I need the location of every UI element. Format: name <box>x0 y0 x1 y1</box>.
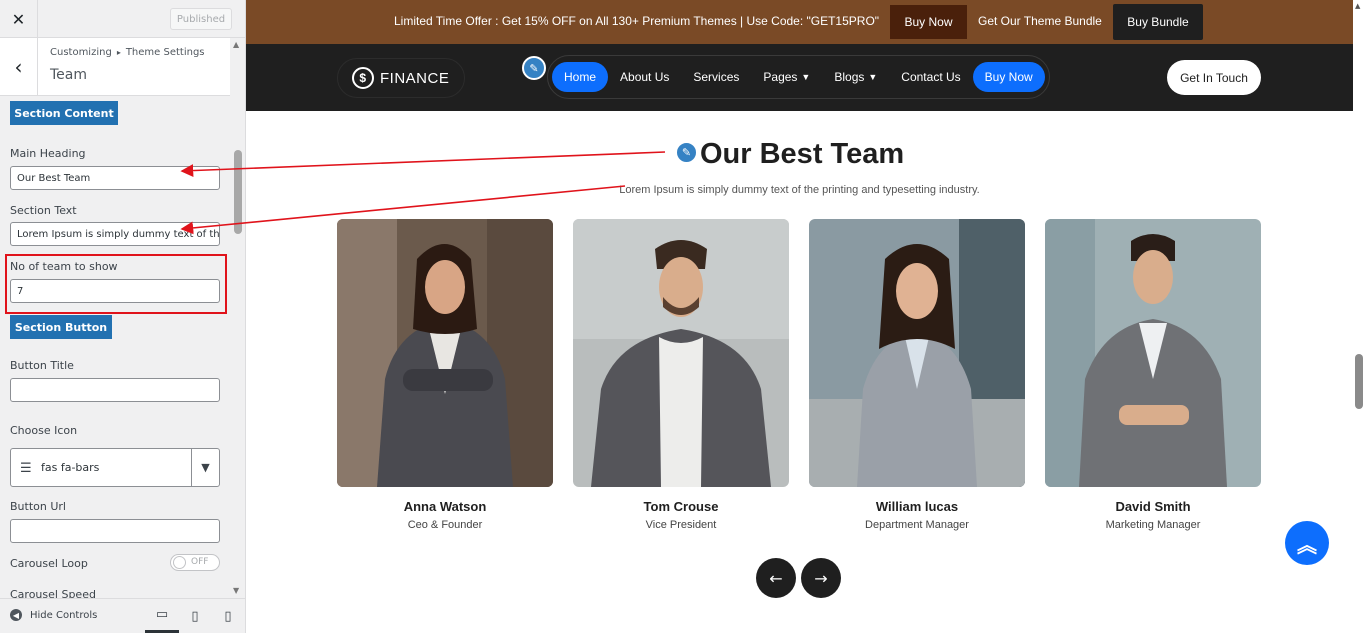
toggle-state: OFF <box>191 557 209 567</box>
chevron-down-icon: ▼ <box>801 72 811 82</box>
toggle-knob <box>173 556 186 569</box>
collapse-icon: ◀ <box>10 609 22 621</box>
carousel-next-button[interactable]: → <box>801 558 841 598</box>
site-logo[interactable]: $ FINANCE <box>337 58 465 98</box>
member-name: Tom Crouse <box>643 499 719 514</box>
team-card[interactable]: Tom Crouse Vice President <box>573 219 789 531</box>
carousel-loop-toggle[interactable]: OFF <box>170 554 220 571</box>
nav-item-services[interactable]: Services <box>681 62 751 92</box>
bars-icon: ☰ <box>20 461 32 476</box>
nav-buy-now-button[interactable]: Buy Now <box>972 62 1045 92</box>
member-role: Vice President <box>645 519 717 531</box>
team-description: Lorem Ipsum is simply dummy text of the … <box>619 184 980 196</box>
arrow-right-icon: → <box>814 568 828 588</box>
promo-bar: Limited Time Offer : Get 15% OFF on All … <box>246 0 1353 44</box>
button-title-label: Button Title <box>10 359 74 372</box>
member-name: William lucas <box>875 499 959 514</box>
choose-icon-label: Choose Icon <box>10 424 78 437</box>
nav-item-blogs-label: Blogs <box>834 70 865 84</box>
team-photo <box>573 219 789 487</box>
team-count-input[interactable]: 7 <box>10 279 220 303</box>
team-photo <box>809 219 1025 487</box>
member-name: Anna Watson <box>403 499 487 514</box>
breadcrumb-parent: Theme Settings <box>125 47 205 58</box>
main-heading-label: Main Heading <box>10 147 86 160</box>
customizer-header: ✕ Published <box>0 0 245 38</box>
section-header: ‹ Customizing ▸ Theme Settings Team <box>0 38 230 96</box>
scroll-down-icon[interactable]: ▼ <box>233 586 239 595</box>
carousel-loop-label: Carousel Loop <box>10 557 88 570</box>
scroll-to-top-button[interactable]: ︽ <box>1285 521 1329 565</box>
team-heading: Our Best Team <box>700 138 905 170</box>
section-text-input[interactable]: Lorem Ipsum is simply dummy text of the … <box>10 222 220 246</box>
carousel-prev-button[interactable]: ← <box>756 558 796 598</box>
nav-item-about[interactable]: About Us <box>608 62 681 92</box>
nav-item-pages[interactable]: Pages ▼ <box>751 62 822 92</box>
site-navbar: $ FINANCE ✎ Home About Us Services Pages… <box>246 44 1353 111</box>
get-in-touch-button[interactable]: Get In Touch <box>1167 60 1261 95</box>
scrollbar-thumb[interactable] <box>1355 354 1363 409</box>
sidebar-scrollbar[interactable]: ▲ ▼ <box>230 38 245 598</box>
bundle-text: Get Our Theme Bundle <box>978 14 1102 28</box>
button-url-label: Button Url <box>10 500 66 513</box>
team-card[interactable]: David Smith Marketing Manager <box>1045 219 1261 531</box>
nav-item-blogs[interactable]: Blogs ▼ <box>822 62 889 92</box>
team-photo <box>337 219 553 487</box>
section-button-button[interactable]: Section Button <box>10 315 112 339</box>
site-preview: Limited Time Offer : Get 15% OFF on All … <box>246 0 1353 633</box>
section-content-button[interactable]: Section Content <box>10 101 118 125</box>
main-heading-input[interactable]: Our Best Team <box>10 166 220 190</box>
hide-controls-button[interactable]: ◀ Hide Controls <box>10 609 97 621</box>
nav-item-contact[interactable]: Contact Us <box>889 62 972 92</box>
chevron-down-icon[interactable]: ▼ <box>191 449 219 486</box>
double-chevron-up-icon: ︽ <box>1297 532 1317 557</box>
back-button[interactable]: ‹ <box>0 38 38 95</box>
page-scrollbar[interactable]: ▲ <box>1353 0 1366 633</box>
breadcrumb-root: Customizing <box>50 47 112 58</box>
mobile-preview-icon[interactable]: ▯ <box>211 599 245 633</box>
main-menu: Home About Us Services Pages ▼ Blogs ▼ Con… <box>547 55 1050 99</box>
logo-text: FINANCE <box>380 69 450 87</box>
desktop-preview-icon[interactable]: ▭ <box>145 599 179 633</box>
promo-text: Limited Time Offer : Get 15% OFF on All … <box>394 14 880 28</box>
scroll-up-icon[interactable]: ▲ <box>1355 2 1360 10</box>
member-role: Marketing Manager <box>1105 519 1201 531</box>
published-button[interactable]: Published <box>170 8 232 30</box>
dollar-logo-icon: $ <box>352 67 374 89</box>
member-name: David Smith <box>1115 499 1191 514</box>
scroll-up-icon[interactable]: ▲ <box>233 40 239 49</box>
section-text-label: Section Text <box>10 204 77 217</box>
team-photo <box>1045 219 1261 487</box>
member-role: Department Manager <box>865 519 969 531</box>
section-title: Team <box>50 67 88 83</box>
nav-item-home[interactable]: Home <box>552 62 609 92</box>
member-role: Ceo & Founder <box>407 519 483 531</box>
hide-controls-label: Hide Controls <box>30 609 98 621</box>
icon-select-value: fas fa-bars <box>41 461 100 474</box>
button-title-input[interactable] <box>10 378 220 402</box>
breadcrumb-separator: ▸ <box>116 48 121 57</box>
icon-select[interactable]: ☰ fas fa-bars ▼ <box>10 448 220 487</box>
buy-bundle-button[interactable]: Buy Bundle <box>1113 4 1203 40</box>
close-icon[interactable]: ✕ <box>0 0 38 38</box>
scrollbar-thumb[interactable] <box>234 150 242 234</box>
team-card[interactable]: William lucas Department Manager <box>809 219 1025 531</box>
team-card[interactable]: Anna Watson Ceo & Founder <box>337 219 553 531</box>
promo-buy-now-button[interactable]: Buy Now <box>890 5 967 39</box>
button-url-input[interactable] <box>10 519 220 543</box>
breadcrumb: Customizing ▸ Theme Settings <box>50 47 205 58</box>
nav-item-pages-label: Pages <box>763 70 798 84</box>
arrow-left-icon: ← <box>769 568 783 588</box>
chevron-left-icon: ‹ <box>14 54 23 79</box>
customizer-footer: ◀ Hide Controls ▭ ▯ ▯ <box>0 598 245 633</box>
chevron-down-icon: ▼ <box>868 72 878 82</box>
pencil-icon[interactable]: ✎ <box>675 141 698 164</box>
customizer-sidebar: ✕ Published ‹ Customizing ▸ Theme Settings… <box>0 0 246 633</box>
tablet-preview-icon[interactable]: ▯ <box>178 599 212 633</box>
pencil-icon[interactable]: ✎ <box>522 56 546 80</box>
team-count-label: No of team to show <box>10 260 118 273</box>
